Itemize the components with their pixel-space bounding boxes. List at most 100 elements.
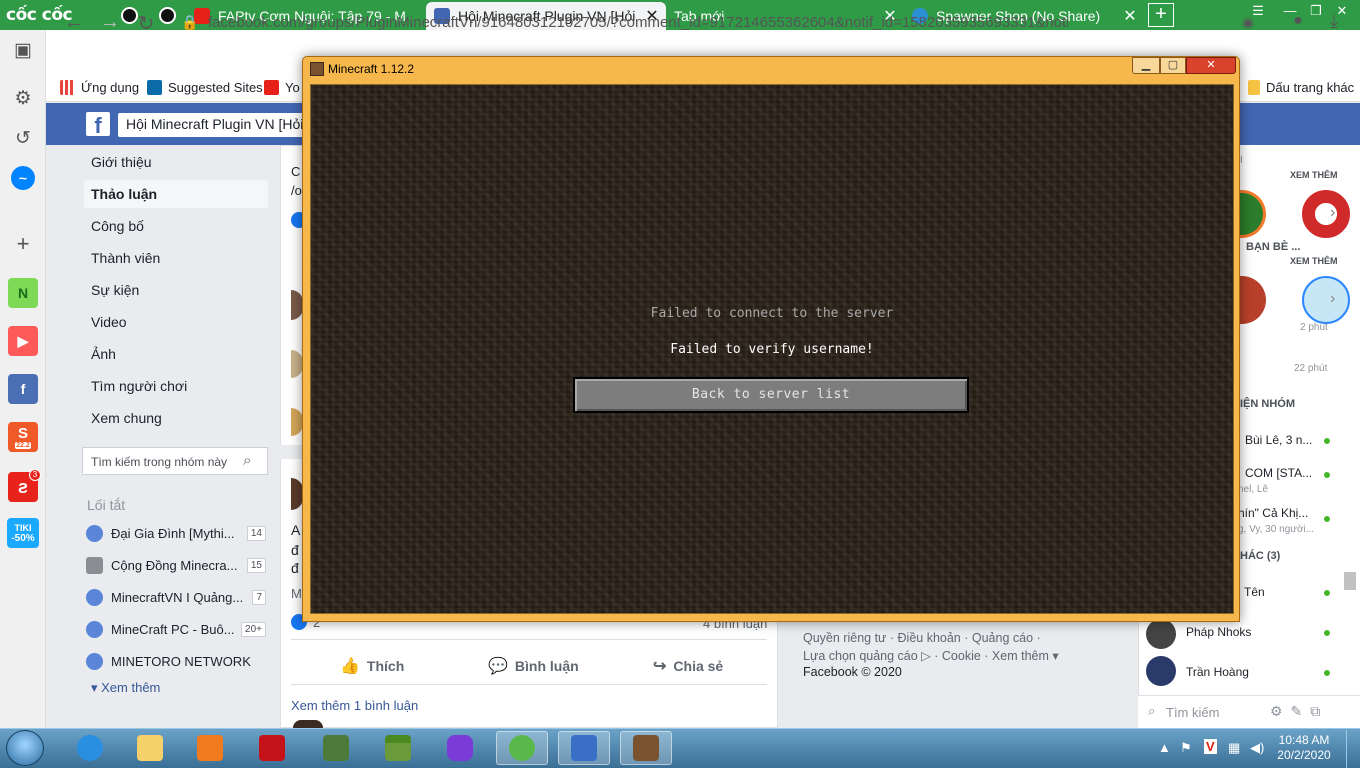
nav-announcements[interactable]: Công bố xyxy=(84,212,268,240)
chat-options-icons[interactable]: ⚙✎⧉ xyxy=(1270,703,1328,720)
nav-videos[interactable]: Video xyxy=(84,308,268,336)
facebook-logo-icon[interactable]: f xyxy=(86,112,110,138)
share-button[interactable]: ↪ Chia sẻ xyxy=(653,656,723,676)
taskbar-app[interactable] xyxy=(434,731,486,765)
divider xyxy=(291,639,767,640)
facebook-search-input[interactable]: Hội Minecraft Plugin VN [Hỏi xyxy=(118,113,318,137)
taskbar-media-player[interactable] xyxy=(184,731,236,765)
close-window-icon[interactable]: ✕ xyxy=(1186,57,1236,74)
group-chat-name[interactable]: Bùi Lê, 3 n... xyxy=(1245,433,1312,447)
media-player-icon xyxy=(197,735,223,761)
url-field[interactable]: facebook.com/groups/PluginMinecraftVn/91… xyxy=(208,14,1068,31)
avatar[interactable] xyxy=(1146,656,1176,686)
online-dot xyxy=(1324,630,1330,636)
bookmark-apps[interactable]: Ứng dụng xyxy=(60,80,139,95)
chevron-right-icon[interactable]: › xyxy=(1330,204,1335,222)
nav-members[interactable]: Thành viên xyxy=(84,244,268,272)
nav-about[interactable]: Giới thiệu xyxy=(84,148,268,176)
footer-links-row1[interactable]: Quyền riêng tư · Điều khoản · Quảng cáo … xyxy=(803,631,1041,645)
group-chat-name[interactable]: COM [STA... xyxy=(1245,466,1312,480)
share-icon: ↪ xyxy=(653,658,667,675)
taskbar-minecraft[interactable] xyxy=(620,731,672,765)
tray-volume-icon[interactable]: ◀) xyxy=(1250,740,1264,756)
nav-watch-party[interactable]: Xem chung xyxy=(84,404,268,432)
tray-network-icon[interactable]: ▦ xyxy=(1228,740,1240,756)
see-more-link[interactable]: XEM THÊM xyxy=(1290,256,1338,266)
connect-failed-reason: Failed to verify username! xyxy=(670,342,874,357)
tray-expand-icon[interactable]: ▲ xyxy=(1158,740,1171,755)
sidebar-toggle-icon[interactable]: ▣ xyxy=(10,38,36,64)
close-tab-icon[interactable]: ✕ xyxy=(1122,6,1138,26)
bookmark-youtube[interactable]: Yo xyxy=(264,80,300,95)
tray-antivirus-icon[interactable]: V xyxy=(1204,739,1217,754)
start-button-icon[interactable] xyxy=(6,730,44,766)
group-search-input[interactable]: Tìm kiếm trong nhóm này xyxy=(82,447,268,475)
footer-links-row2[interactable]: Lựa chọn quảng cáo ▷ · Cookie · Xem thêm… xyxy=(803,648,1059,663)
github-icon xyxy=(158,6,176,24)
add-app-icon[interactable]: + xyxy=(10,231,36,257)
online-dot xyxy=(1324,472,1330,478)
taskbar-app[interactable] xyxy=(558,731,610,765)
minimize-icon[interactable]: ▁ xyxy=(1132,57,1160,74)
shortcut-item[interactable]: MineCraft PC - Buô... 20+ xyxy=(86,619,266,639)
youtube-app-icon[interactable]: ▶ xyxy=(8,326,38,356)
see-more-shortcuts[interactable]: ▾ Xem thêm xyxy=(91,680,160,696)
taskbar-garena[interactable] xyxy=(246,731,298,765)
contact-name[interactable]: Trần Hoàng xyxy=(1186,665,1249,679)
like-button[interactable]: 👍 Thích xyxy=(340,656,404,676)
avatar-icon[interactable]: ● xyxy=(1286,12,1310,30)
taskbar-ie[interactable] xyxy=(64,731,116,765)
comment-button[interactable]: 💬 Bình luận xyxy=(488,656,579,676)
bing-icon xyxy=(147,80,162,95)
contact-name[interactable]: Pháp Nhoks xyxy=(1186,625,1251,639)
show-desktop-button[interactable] xyxy=(1346,730,1360,768)
search-icon[interactable]: ⌕ xyxy=(243,452,251,469)
maximize-icon[interactable]: ▢ xyxy=(1160,57,1186,74)
shortcut-item[interactable]: Đại Gia Đình [Mythi... 14 xyxy=(86,523,266,543)
facebook-app-icon[interactable]: f xyxy=(8,374,38,404)
nav-find-players[interactable]: Tìm người chơi xyxy=(84,372,268,400)
avatar[interactable] xyxy=(293,720,323,728)
nav-discussion[interactable]: Thảo luận xyxy=(84,180,268,208)
taskbar-explorer[interactable] xyxy=(124,731,176,765)
new-tab-button[interactable]: + xyxy=(1148,3,1174,27)
messenger-icon[interactable]: ~ xyxy=(11,166,35,190)
bookmark-suggested-sites[interactable]: Suggested Sites xyxy=(147,80,263,95)
friends-label: BẠN BÈ ... xyxy=(1246,241,1301,253)
avatar[interactable] xyxy=(1146,619,1176,649)
contact-name[interactable]: Tên xyxy=(1244,585,1265,599)
notes-app-icon[interactable]: N xyxy=(8,278,38,308)
chat-search-input[interactable]: Tìm kiếm xyxy=(1166,705,1219,720)
coccoc-extension-icon[interactable]: ◉ xyxy=(1236,14,1260,31)
download-icon[interactable]: ⤓ xyxy=(1322,11,1346,32)
scrollbar-thumb[interactable] xyxy=(1344,572,1356,590)
group-chat-name[interactable]: hín" Cả Khị... xyxy=(1238,506,1308,520)
history-icon[interactable]: ↺ xyxy=(10,126,36,152)
nav-photos[interactable]: Ảnh xyxy=(84,340,268,368)
nav-events[interactable]: Sự kiện xyxy=(84,276,268,304)
shortcut-item[interactable]: Cộng Đồng Minecra... 15 xyxy=(86,555,266,575)
taskbar-minecraft-launcher[interactable] xyxy=(372,731,424,765)
lock-icon[interactable]: 🔒 xyxy=(178,14,202,31)
reload-icon[interactable]: ↻ xyxy=(134,11,158,36)
chevron-right-icon[interactable]: › xyxy=(1330,290,1335,308)
tray-flag-icon[interactable]: ⚑ xyxy=(1180,740,1192,756)
other-bookmarks[interactable]: Dấu trang khác xyxy=(1248,80,1354,95)
shortcut-item[interactable]: MinecraftVN I Quảng... 7 xyxy=(86,587,266,607)
settings-gear-icon[interactable]: ⚙ xyxy=(10,86,36,112)
shopee-app-icon[interactable]: S 22.2 xyxy=(8,422,38,452)
taskbar-app[interactable] xyxy=(310,731,362,765)
shortcut-item[interactable]: MINETORO NETWORK xyxy=(86,651,266,671)
back-icon[interactable]: ← xyxy=(62,11,86,34)
taskbar-coccoc[interactable] xyxy=(496,731,548,765)
story-avatar[interactable] xyxy=(1302,276,1350,324)
taskbar-clock[interactable]: 10:48 AM 20/2/2020 xyxy=(1272,733,1336,763)
thumbs-up-icon: 👍 xyxy=(340,658,360,675)
post-text-fragment: A xyxy=(291,522,301,538)
see-more-comments[interactable]: Xem thêm 1 bình luận xyxy=(291,698,418,713)
story-avatar[interactable] xyxy=(1302,190,1350,238)
forward-icon[interactable]: → xyxy=(98,11,122,34)
back-to-server-list-button[interactable]: Back to server list xyxy=(573,377,969,413)
tiki-app-icon[interactable]: TIKI -50% xyxy=(7,518,39,548)
see-more-link[interactable]: XEM THÊM xyxy=(1290,170,1338,180)
